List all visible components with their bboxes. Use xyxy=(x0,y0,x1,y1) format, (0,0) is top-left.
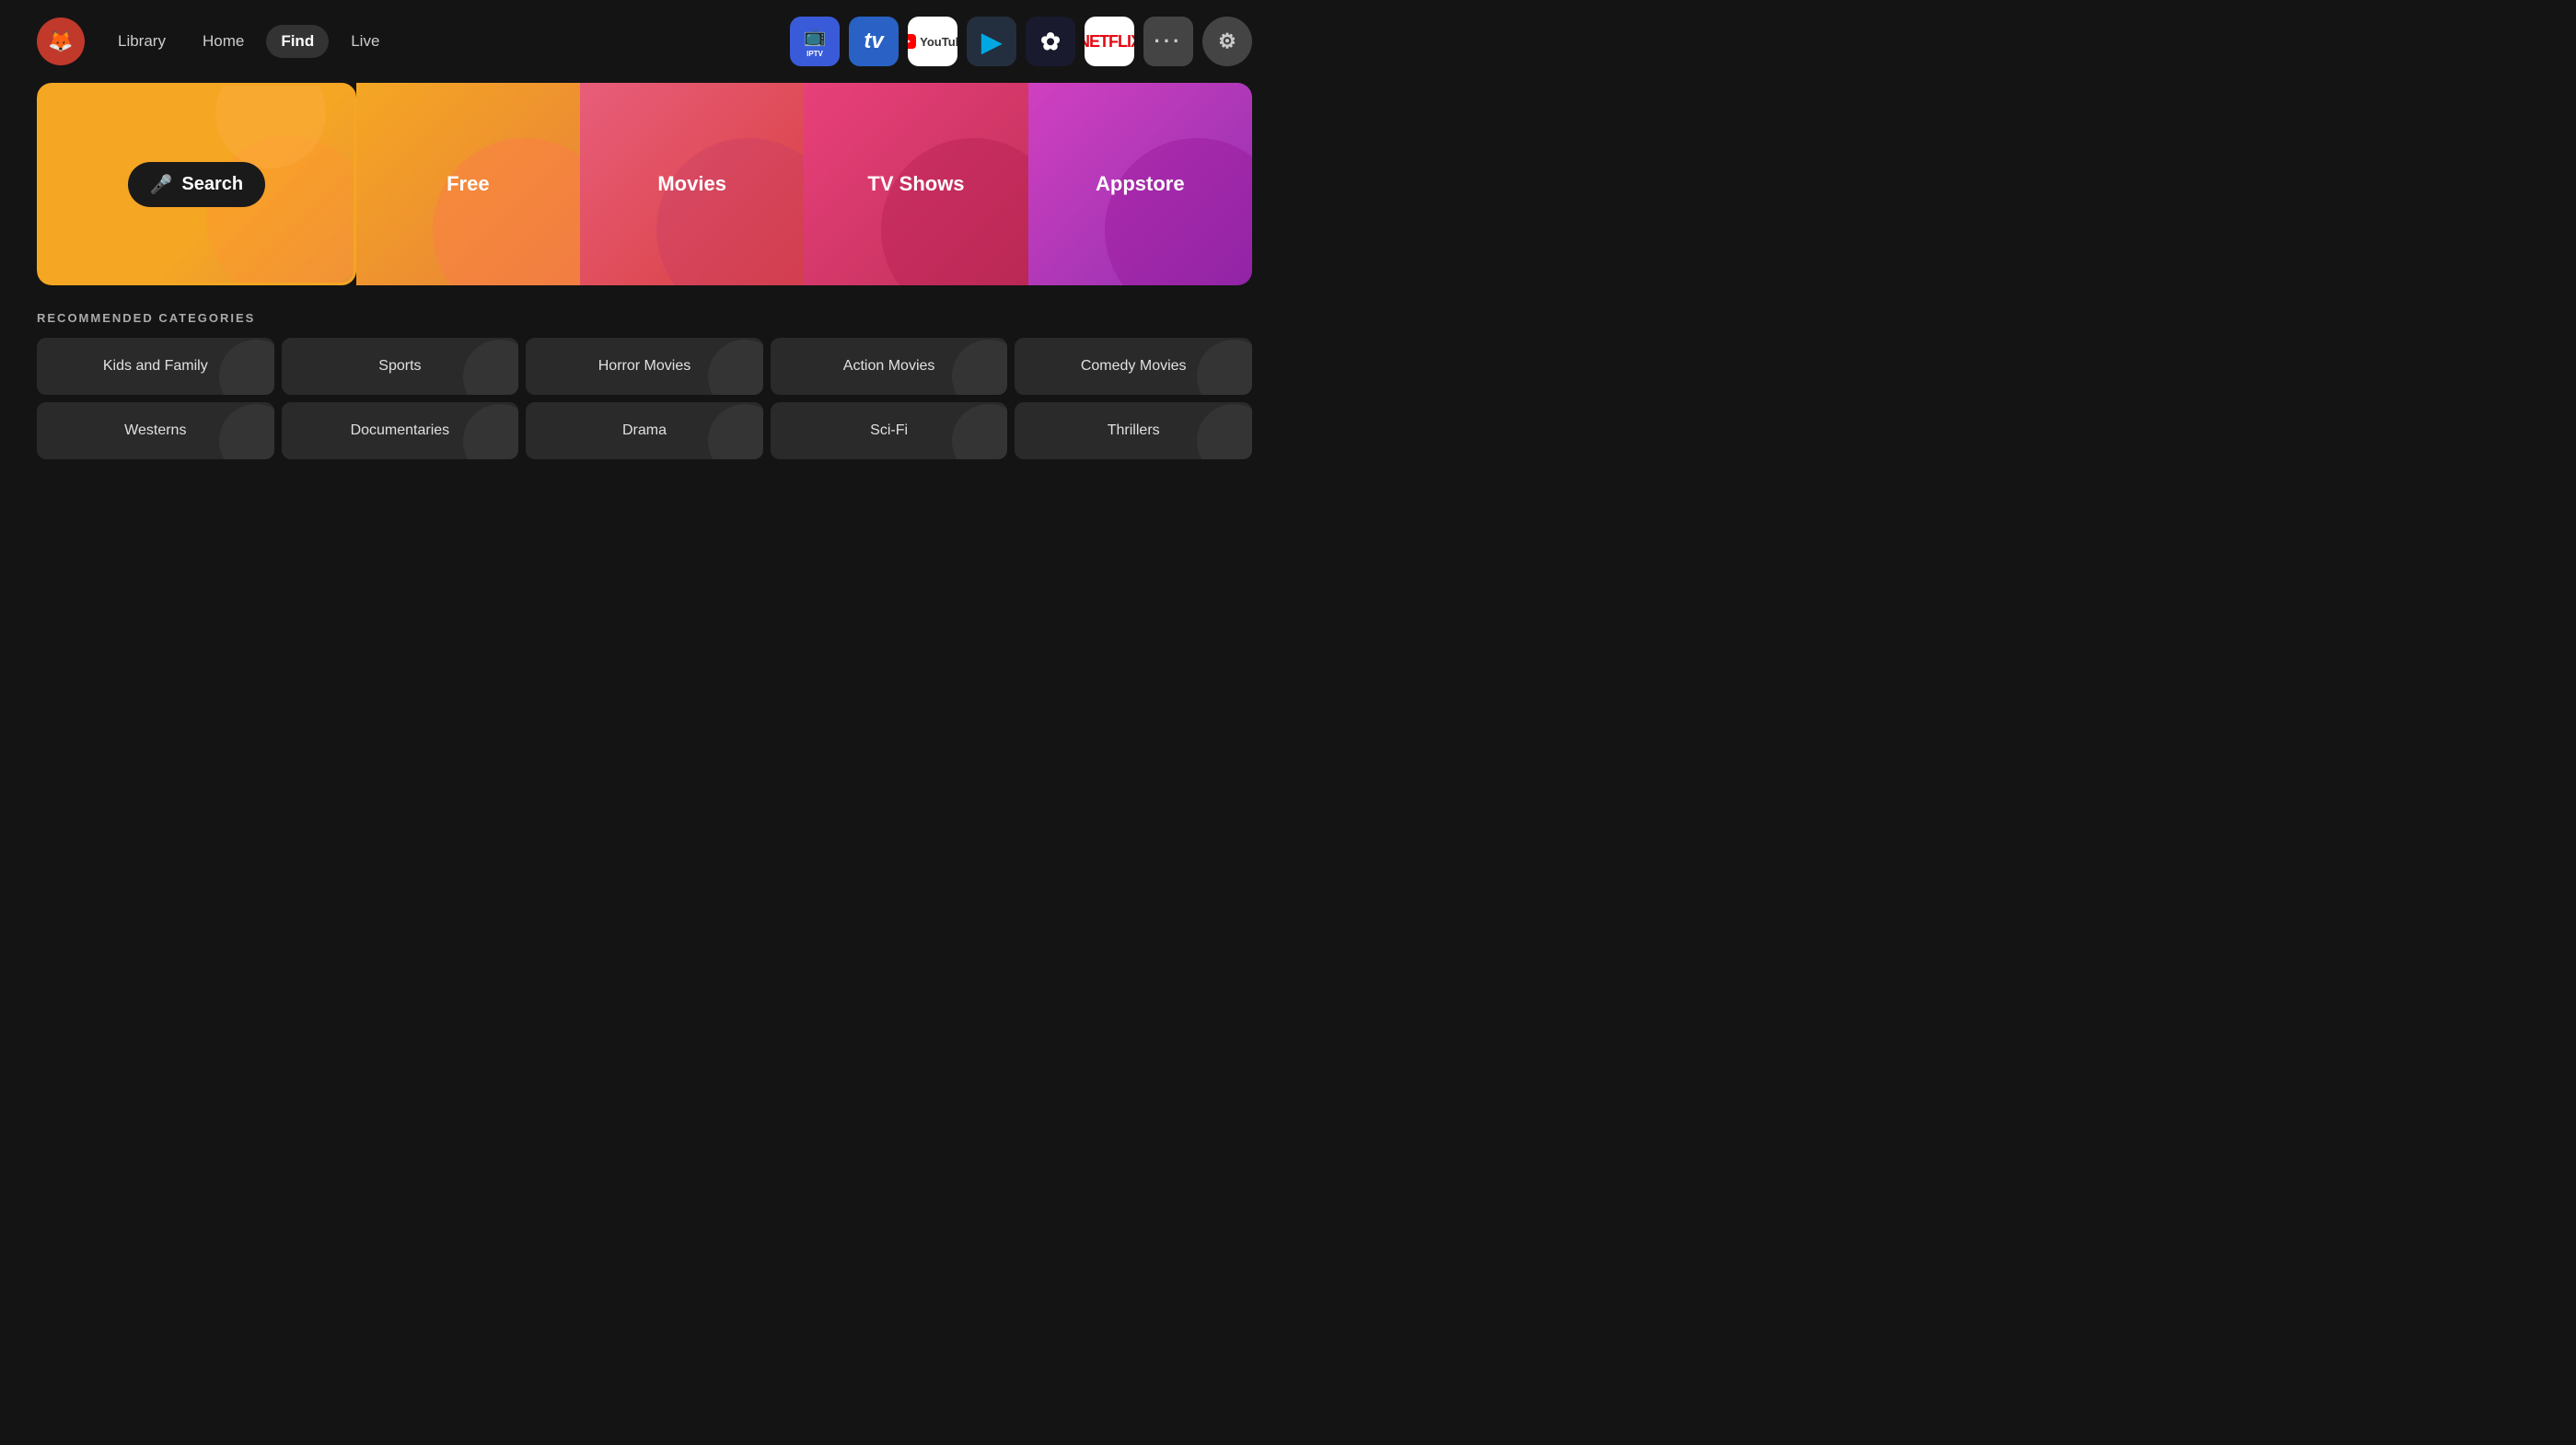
app-icon-prime[interactable]: ▶ xyxy=(967,17,1016,66)
app-icon-more[interactable]: ··· xyxy=(1143,17,1193,66)
tile-movies[interactable]: Movies xyxy=(580,83,804,285)
category-item[interactable]: Documentaries xyxy=(282,402,519,459)
app-icon-youtube[interactable]: YouTube xyxy=(908,17,957,66)
movies-label: Movies xyxy=(657,172,726,196)
peacock-icon: ✿ xyxy=(1040,28,1061,56)
free-label: Free xyxy=(447,172,489,196)
categories-title: RECOMMENDED CATEGORIES xyxy=(37,311,1252,325)
nav-items: Library Home Find Live xyxy=(103,25,394,58)
category-item[interactable]: Action Movies xyxy=(771,338,1008,395)
app-icons-bar: 📺 IPTV tv YouTube ▶ ✿ N xyxy=(790,17,1252,66)
prime-icon: ▶ xyxy=(981,27,1002,57)
mic-icon: 🎤 xyxy=(150,173,173,196)
app-icon-tv[interactable]: tv xyxy=(849,17,899,66)
tile-free[interactable]: Free xyxy=(356,83,580,285)
categories-section: RECOMMENDED CATEGORIES Kids and FamilySp… xyxy=(0,311,1289,459)
avatar[interactable]: 🦊 xyxy=(37,17,85,65)
appstore-label: Appstore xyxy=(1096,172,1185,196)
youtube-icon xyxy=(908,34,916,49)
category-item[interactable]: Sports xyxy=(282,338,519,395)
tile-search[interactable]: 🎤 Search xyxy=(37,83,356,285)
app-icon-peacock[interactable]: ✿ xyxy=(1026,17,1075,66)
nav-home[interactable]: Home xyxy=(188,25,259,58)
nav-live[interactable]: Live xyxy=(336,25,394,58)
main-tiles-area: 🎤 Search Free Movies TV Shows Appstore xyxy=(0,83,1289,285)
category-item[interactable]: Comedy Movies xyxy=(1015,338,1252,395)
category-item[interactable]: Thrillers xyxy=(1015,402,1252,459)
more-icon: ··· xyxy=(1155,29,1183,53)
tile-appstore[interactable]: Appstore xyxy=(1028,83,1252,285)
category-item[interactable]: Westerns xyxy=(37,402,274,459)
category-item[interactable]: Kids and Family xyxy=(37,338,274,395)
category-item[interactable]: Horror Movies xyxy=(526,338,763,395)
app-icon-netflix[interactable]: NETFLIX xyxy=(1085,17,1134,66)
search-button[interactable]: 🎤 Search xyxy=(128,162,266,207)
search-label: Search xyxy=(181,174,243,195)
tv-text: tv xyxy=(864,29,883,54)
gear-icon: ⚙ xyxy=(1218,29,1236,53)
header: 🦊 Library Home Find Live 📺 IPTV tv YouTu xyxy=(0,0,1289,83)
tvshows-label: TV Shows xyxy=(867,172,964,196)
youtube-label: YouTube xyxy=(920,35,957,49)
nav-find[interactable]: Find xyxy=(266,25,329,58)
nav-library[interactable]: Library xyxy=(103,25,180,58)
app-icon-settings[interactable]: ⚙ xyxy=(1202,17,1252,66)
app-icon-iptv[interactable]: 📺 IPTV xyxy=(790,17,840,66)
tiles-row: 🎤 Search Free Movies TV Shows Appstore xyxy=(37,83,1252,285)
tile-tvshows[interactable]: TV Shows xyxy=(804,83,1027,285)
category-item[interactable]: Drama xyxy=(526,402,763,459)
categories-grid: Kids and FamilySportsHorror MoviesAction… xyxy=(37,338,1252,459)
category-item[interactable]: Sci-Fi xyxy=(771,402,1008,459)
netflix-label: NETFLIX xyxy=(1085,32,1134,52)
